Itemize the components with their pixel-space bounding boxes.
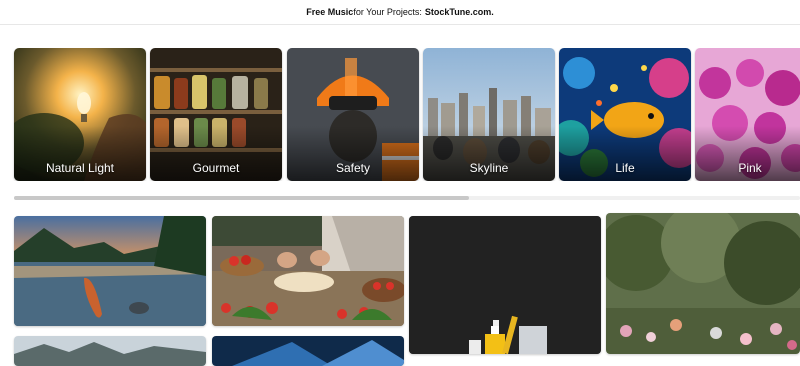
mountains-partial-image xyxy=(14,336,206,366)
promo-lead: Free Music xyxy=(306,7,354,17)
promo-text: for Your Projects: xyxy=(353,7,422,17)
category-label: Skyline xyxy=(469,161,509,175)
category-natural-light[interactable]: Natural Light xyxy=(14,48,146,181)
category-label: Natural Light xyxy=(45,161,115,175)
lake-canoe-image xyxy=(14,216,206,326)
scrollbar-thumb[interactable] xyxy=(14,196,469,200)
carousel-scrollbar[interactable] xyxy=(14,196,800,200)
category-label: Safety xyxy=(335,161,371,175)
photo-lake-canoe[interactable] xyxy=(14,216,206,326)
category-label: Pink xyxy=(738,161,762,175)
category-gourmet[interactable]: Gourmet xyxy=(150,48,282,181)
photo-mountains-partial[interactable] xyxy=(14,336,206,366)
tech-partial-image xyxy=(212,336,404,366)
category-carousel: Natural Light Gourmet Safety Skyline Lif… xyxy=(0,48,800,181)
baking-image xyxy=(212,216,404,326)
photo-tech-partial[interactable] xyxy=(212,336,404,366)
garden-image xyxy=(606,213,800,354)
stocktune-link[interactable]: StockTune.com. xyxy=(425,7,494,17)
category-safety[interactable]: Safety xyxy=(287,48,419,181)
category-label: Gourmet xyxy=(192,161,240,175)
category-label: Life xyxy=(615,161,635,175)
category-pink[interactable]: Pink xyxy=(695,48,800,181)
cleaning-supplies-image xyxy=(409,216,601,354)
photo-baking[interactable] xyxy=(212,216,404,326)
photo-garden[interactable] xyxy=(606,213,800,354)
category-life[interactable]: Life xyxy=(559,48,691,181)
promo-banner: Free Music for Your Projects: StockTune.… xyxy=(0,0,800,25)
photo-cleaning-supplies[interactable] xyxy=(409,216,601,354)
category-skyline[interactable]: Skyline xyxy=(423,48,555,181)
